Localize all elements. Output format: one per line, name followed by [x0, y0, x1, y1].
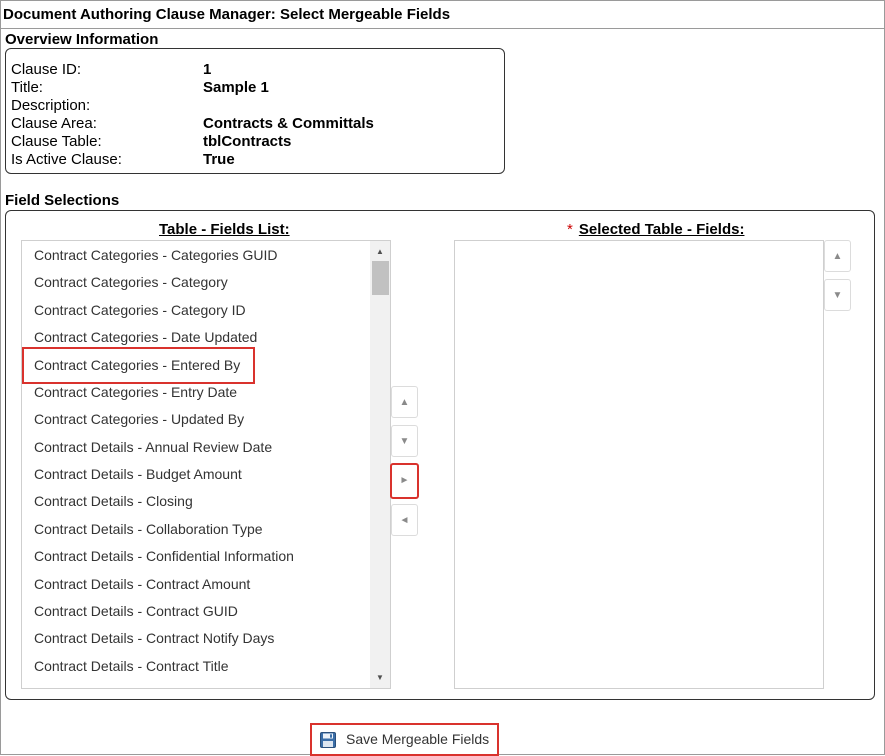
- field-option[interactable]: Contract Details - Confidential Informat…: [22, 543, 294, 570]
- overview-label: Description:: [11, 97, 91, 114]
- overview-label: Clause Area:: [11, 115, 97, 132]
- selected-fields-heading: * Selected Table - Fields:: [567, 221, 744, 238]
- selected-fields-heading-label: Selected Table - Fields:: [578, 221, 745, 238]
- move-down-button[interactable]: ▼: [391, 425, 418, 457]
- selected-move-down-button[interactable]: ▼: [824, 279, 851, 311]
- overview-value: 1: [203, 61, 212, 78]
- move-up-button[interactable]: ▲: [391, 386, 418, 418]
- field-selections-panel: Table - Fields List: * Selected Table - F…: [5, 210, 875, 700]
- selected-move-up-button[interactable]: ▲: [824, 240, 851, 272]
- overview-value: Sample 1: [203, 79, 269, 96]
- field-option[interactable]: Contract Categories - Categories GUID: [22, 242, 278, 269]
- field-selections-heading: Field Selections: [5, 192, 120, 209]
- overview-value: tblContracts: [203, 133, 292, 150]
- fields-list-heading: Table - Fields List:: [159, 221, 290, 238]
- page: Document Authoring Clause Manager: Selec…: [0, 0, 885, 756]
- scroll-down-icon[interactable]: ▼: [370, 669, 390, 686]
- overview-value: True: [203, 151, 235, 168]
- save-mergeable-fields-button[interactable]: Save Mergeable Fields: [310, 723, 499, 756]
- save-button-label: Save Mergeable Fields: [346, 731, 490, 747]
- field-option[interactable]: Contract Details - Collaboration Type: [22, 516, 263, 543]
- field-option[interactable]: Contract Details - Date Entered: [22, 680, 229, 688]
- field-option[interactable]: Contract Details - Contract Notify Days: [22, 625, 274, 652]
- overview-panel: Clause ID: 1 Title: Sample 1 Description…: [5, 48, 505, 174]
- overview-value: Contracts & Committals: [203, 115, 374, 132]
- fields-list[interactable]: Contract Categories - Categories GUID Co…: [21, 240, 391, 689]
- floppy-disk-icon: [320, 732, 336, 748]
- selected-fields-list[interactable]: [454, 240, 824, 689]
- fields-list-scrollbar[interactable]: ▲ ▼: [370, 241, 390, 688]
- overview-label: Is Active Clause:: [11, 151, 122, 168]
- overview-label: Clause Table:: [11, 133, 102, 150]
- field-option[interactable]: Contract Details - Annual Review Date: [22, 434, 272, 461]
- scroll-thumb[interactable]: [372, 261, 389, 295]
- overview-label: Title:: [11, 79, 43, 96]
- field-option[interactable]: Contract Details - Contract Amount: [22, 571, 250, 598]
- field-option[interactable]: Contract Details - Budget Amount: [22, 461, 242, 488]
- required-mark: *: [567, 221, 573, 238]
- field-option[interactable]: Contract Categories - Category: [22, 269, 228, 296]
- overview-label: Clause ID:: [11, 61, 82, 78]
- field-option[interactable]: Contract Details - Closing: [22, 488, 193, 515]
- field-option[interactable]: Contract Categories - Category ID: [22, 297, 246, 324]
- field-option[interactable]: Contract Categories - Updated By: [22, 406, 244, 433]
- add-field-button[interactable]: ►: [390, 463, 419, 499]
- field-option[interactable]: Contract Details - Contract Title: [22, 653, 229, 680]
- field-option[interactable]: Contract Details - Contract GUID: [22, 598, 238, 625]
- field-option[interactable]: Contract Categories - Entry Date: [22, 379, 237, 406]
- page-title: Document Authoring Clause Manager: Selec…: [1, 1, 884, 29]
- remove-field-button[interactable]: ◄: [391, 504, 418, 536]
- overview-heading: Overview Information: [5, 31, 159, 48]
- scroll-up-icon[interactable]: ▲: [370, 243, 390, 260]
